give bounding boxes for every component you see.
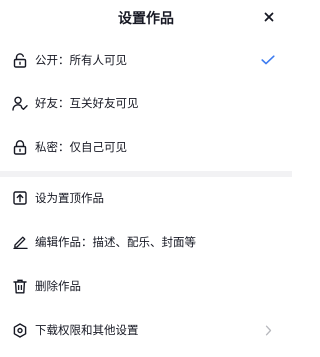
lock-icon bbox=[12, 139, 28, 155]
privacy-option-label: 私密：仅自己可见 bbox=[35, 140, 127, 154]
edit-pen-icon bbox=[12, 234, 28, 250]
action-label: 编辑作品：描述、配乐、封面等 bbox=[35, 235, 196, 249]
privacy-option-private[interactable]: 私密：仅自己可见 bbox=[0, 132, 292, 162]
action-label: 删除作品 bbox=[35, 279, 81, 293]
delete-work-button[interactable]: 删除作品 bbox=[0, 271, 292, 301]
settings-hexagon-icon bbox=[12, 322, 28, 338]
section-divider bbox=[0, 171, 292, 177]
pin-top-icon bbox=[12, 190, 28, 206]
action-label: 设为置顶作品 bbox=[35, 191, 104, 205]
trash-icon bbox=[12, 278, 28, 294]
edit-work-button[interactable]: 编辑作品：描述、配乐、封面等 bbox=[0, 227, 292, 257]
sheet-header: 设置作品 bbox=[0, 0, 292, 36]
check-icon bbox=[260, 52, 276, 68]
action-label: 下载权限和其他设置 bbox=[35, 323, 139, 337]
sheet-title: 设置作品 bbox=[118, 11, 174, 27]
settings-sheet: 设置作品 公开：所有人可见 好友：互关好友可见 私密：仅自己可见 设为置顶作品 … bbox=[0, 0, 292, 357]
privacy-option-label: 公开：所有人可见 bbox=[35, 53, 127, 67]
close-button[interactable] bbox=[260, 8, 278, 26]
friends-icon bbox=[12, 95, 28, 111]
privacy-option-label: 好友：互关好友可见 bbox=[35, 96, 139, 110]
privacy-option-public[interactable]: 公开：所有人可见 bbox=[0, 45, 292, 75]
chevron-right-icon bbox=[260, 322, 276, 338]
download-settings-button[interactable]: 下载权限和其他设置 bbox=[0, 315, 292, 345]
privacy-option-friends[interactable]: 好友：互关好友可见 bbox=[0, 88, 292, 118]
pin-top-button[interactable]: 设为置顶作品 bbox=[0, 183, 292, 213]
close-icon bbox=[264, 12, 274, 22]
lock-open-icon bbox=[12, 52, 28, 68]
